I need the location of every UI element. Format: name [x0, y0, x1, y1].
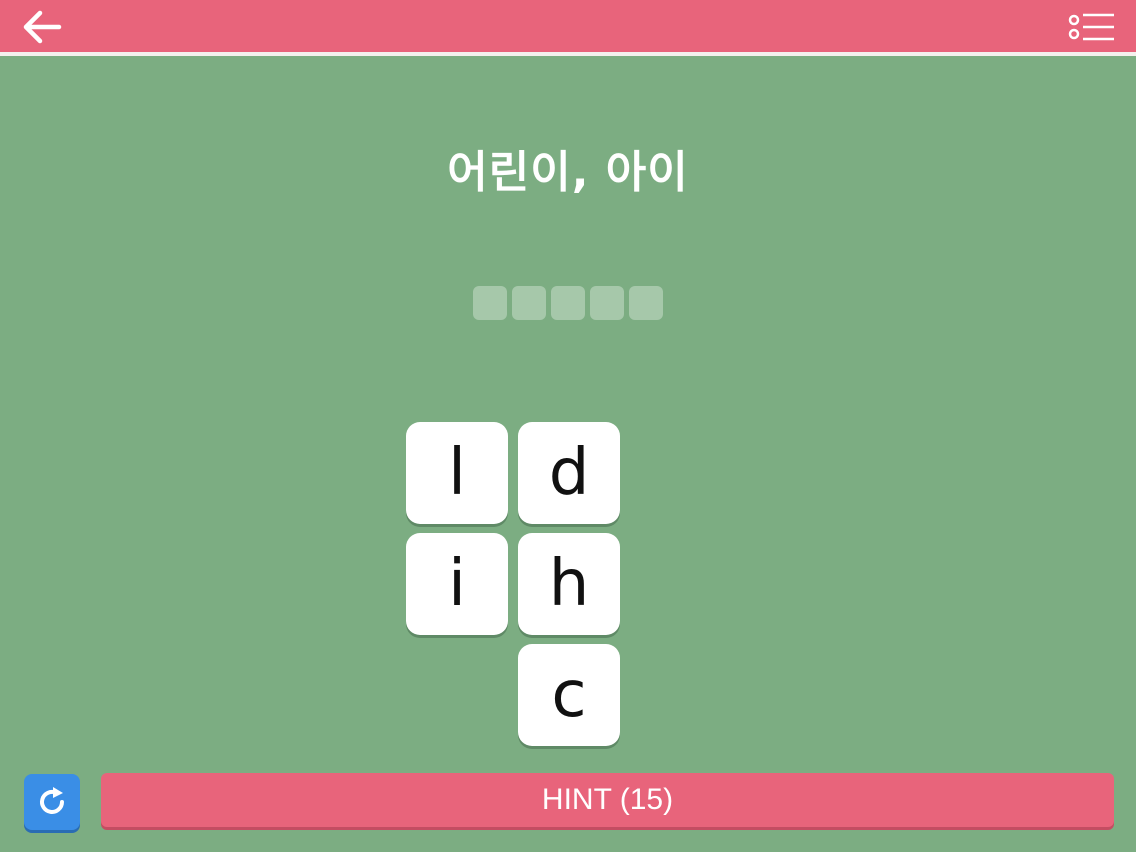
clue-text: 어린이, 아이 [447, 147, 689, 198]
letter-tile[interactable]: d [518, 422, 620, 524]
list-menu-icon [1068, 13, 1114, 41]
arrow-left-icon [23, 10, 62, 44]
letter-tile[interactable]: i [406, 533, 508, 635]
menu-button[interactable] [1066, 8, 1118, 46]
answer-slot[interactable] [590, 286, 624, 320]
letter-tile[interactable]: c [518, 644, 620, 746]
back-button[interactable] [18, 6, 66, 48]
letter-tile[interactable]: h [518, 533, 620, 635]
hint-button[interactable]: HINT (15) [101, 773, 1114, 827]
answer-slot[interactable] [629, 286, 663, 320]
letter-tile[interactable]: l [406, 422, 508, 524]
refresh-button[interactable] [24, 774, 80, 830]
top-bar [0, 0, 1136, 56]
answer-slot[interactable] [551, 286, 585, 320]
answer-slots [473, 286, 663, 320]
answer-slot[interactable] [512, 286, 546, 320]
answer-slot[interactable] [473, 286, 507, 320]
refresh-icon [40, 787, 64, 814]
